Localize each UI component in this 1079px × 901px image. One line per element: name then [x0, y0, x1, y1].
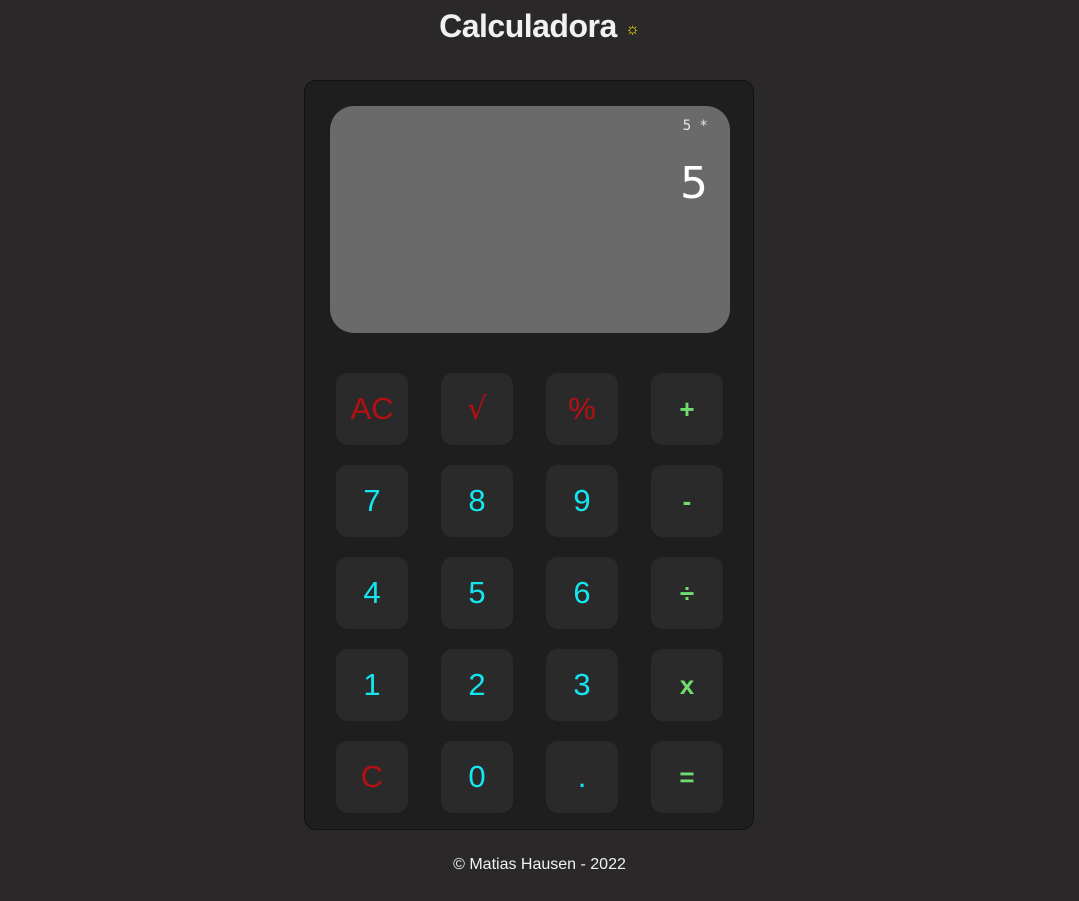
- page-title: Calculadora: [439, 8, 617, 44]
- calculator: 5 * 5 AC √ % + 7 8 9 - 4 5 6 ÷ 1 2 3 x C…: [304, 80, 754, 830]
- clear-button[interactable]: C: [336, 741, 408, 813]
- sun-icon[interactable]: ☼: [625, 21, 640, 39]
- digit-2-button[interactable]: 2: [441, 649, 513, 721]
- digit-0-button[interactable]: 0: [441, 741, 513, 813]
- expression-display: 5 *: [682, 118, 708, 134]
- digit-7-button[interactable]: 7: [336, 465, 408, 537]
- equals-button[interactable]: =: [651, 741, 723, 813]
- subtract-button[interactable]: -: [651, 465, 723, 537]
- digit-6-button[interactable]: 6: [546, 557, 618, 629]
- square-root-button[interactable]: √: [441, 373, 513, 445]
- app-header: Calculadora ☼: [0, 8, 1079, 45]
- digit-8-button[interactable]: 8: [441, 465, 513, 537]
- all-clear-button[interactable]: AC: [336, 373, 408, 445]
- percent-button[interactable]: %: [546, 373, 618, 445]
- add-button[interactable]: +: [651, 373, 723, 445]
- digit-4-button[interactable]: 4: [336, 557, 408, 629]
- divide-button[interactable]: ÷: [651, 557, 723, 629]
- result-display: 5: [680, 158, 708, 209]
- footer: © Matias Hausen - 2022: [453, 856, 626, 873]
- digit-9-button[interactable]: 9: [546, 465, 618, 537]
- digit-1-button[interactable]: 1: [336, 649, 408, 721]
- calculator-display: 5 * 5: [330, 106, 730, 333]
- decimal-button[interactable]: .: [546, 741, 618, 813]
- multiply-button[interactable]: x: [651, 649, 723, 721]
- digit-5-button[interactable]: 5: [441, 557, 513, 629]
- digit-3-button[interactable]: 3: [546, 649, 618, 721]
